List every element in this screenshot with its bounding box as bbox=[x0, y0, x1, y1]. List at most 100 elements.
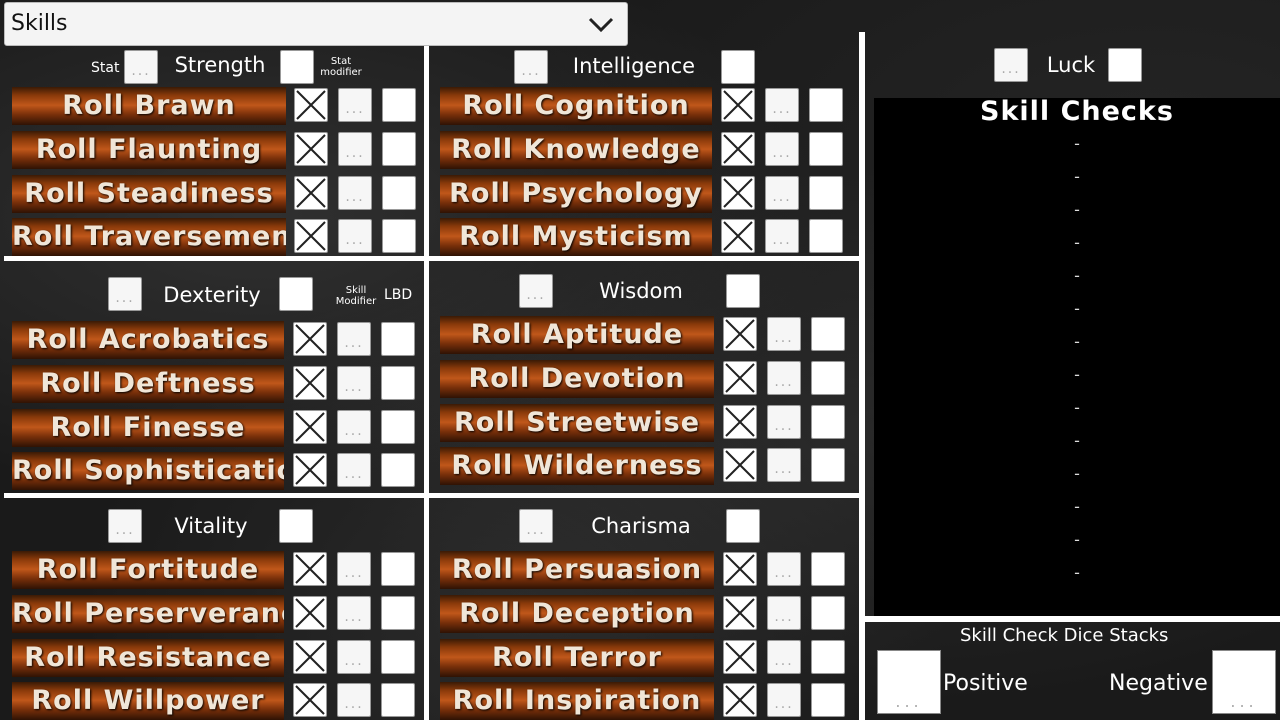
negative-dice-stack[interactable]: ... bbox=[1212, 650, 1276, 714]
charisma-skill-modifier-input-2[interactable]: ... bbox=[767, 596, 801, 630]
luck-modifier-input[interactable] bbox=[1108, 48, 1142, 82]
vitality-skill-modifier-input-4[interactable]: ... bbox=[337, 683, 371, 717]
skills-dropdown[interactable]: Skills bbox=[4, 2, 628, 46]
wisdom-roll-button-3[interactable]: Roll Streetwise bbox=[440, 404, 714, 442]
dexterity-proficiency-checkbox-1[interactable] bbox=[293, 322, 327, 356]
intelligence-skill-modifier-input-3[interactable]: ... bbox=[765, 176, 799, 210]
dexterity-proficiency-checkbox-3[interactable] bbox=[293, 410, 327, 444]
strength-skill-modifier-input-2[interactable]: ... bbox=[338, 132, 372, 166]
wisdom-roll-button-1[interactable]: Roll Aptitude bbox=[440, 316, 714, 354]
dexterity-roll-button-1[interactable]: Roll Acrobatics bbox=[12, 321, 284, 359]
strength-lbd-input-1[interactable] bbox=[382, 88, 416, 122]
wisdom-proficiency-checkbox-3[interactable] bbox=[723, 405, 757, 439]
strength-stat-input[interactable]: ... bbox=[124, 50, 158, 84]
strength-stat-modifier-input[interactable] bbox=[280, 50, 314, 84]
vitality-lbd-input-2[interactable] bbox=[381, 596, 415, 630]
positive-dice-stack[interactable]: ... bbox=[877, 650, 941, 714]
strength-skill-modifier-input-3[interactable]: ... bbox=[338, 176, 372, 210]
dexterity-proficiency-checkbox-2[interactable] bbox=[293, 366, 327, 400]
charisma-roll-button-3[interactable]: Roll Terror bbox=[440, 639, 714, 677]
intelligence-roll-button-2[interactable]: Roll Knowledge bbox=[440, 131, 712, 169]
strength-roll-button-4[interactable]: Roll Traversement bbox=[12, 218, 286, 256]
charisma-stat-modifier-input[interactable] bbox=[726, 509, 760, 543]
intelligence-skill-modifier-input-2[interactable]: ... bbox=[765, 132, 799, 166]
dexterity-skill-modifier-input-1[interactable]: ... bbox=[337, 322, 371, 356]
wisdom-roll-button-4[interactable]: Roll Wilderness bbox=[440, 447, 714, 485]
charisma-lbd-input-4[interactable] bbox=[811, 683, 845, 717]
strength-proficiency-checkbox-3[interactable] bbox=[294, 176, 328, 210]
vitality-skill-modifier-input-1[interactable]: ... bbox=[337, 552, 371, 586]
strength-roll-button-1[interactable]: Roll Brawn bbox=[12, 87, 286, 125]
strength-roll-button-3[interactable]: Roll Steadiness bbox=[12, 175, 286, 213]
intelligence-lbd-input-3[interactable] bbox=[809, 176, 843, 210]
dexterity-lbd-input-2[interactable] bbox=[381, 366, 415, 400]
strength-proficiency-checkbox-1[interactable] bbox=[294, 88, 328, 122]
strength-proficiency-checkbox-2[interactable] bbox=[294, 132, 328, 166]
charisma-roll-button-1[interactable]: Roll Persuasion bbox=[440, 551, 714, 589]
dexterity-lbd-input-1[interactable] bbox=[381, 322, 415, 356]
wisdom-proficiency-checkbox-4[interactable] bbox=[723, 448, 757, 482]
vitality-roll-button-3[interactable]: Roll Resistance bbox=[12, 639, 284, 677]
wisdom-proficiency-checkbox-2[interactable] bbox=[723, 361, 757, 395]
intelligence-roll-button-4[interactable]: Roll Mysticism bbox=[440, 218, 712, 256]
charisma-skill-modifier-input-3[interactable]: ... bbox=[767, 640, 801, 674]
strength-skill-modifier-input-1[interactable]: ... bbox=[338, 88, 372, 122]
dexterity-skill-modifier-input-4[interactable]: ... bbox=[337, 453, 371, 487]
dexterity-roll-button-2[interactable]: Roll Deftness bbox=[12, 365, 284, 403]
vitality-roll-button-1[interactable]: Roll Fortitude bbox=[12, 551, 284, 589]
intelligence-stat-modifier-input[interactable] bbox=[721, 50, 755, 84]
vitality-proficiency-checkbox-3[interactable] bbox=[293, 640, 327, 674]
dexterity-skill-modifier-input-2[interactable]: ... bbox=[337, 366, 371, 400]
strength-skill-modifier-input-4[interactable]: ... bbox=[338, 219, 372, 253]
vitality-skill-modifier-input-3[interactable]: ... bbox=[337, 640, 371, 674]
vitality-lbd-input-1[interactable] bbox=[381, 552, 415, 586]
intelligence-lbd-input-2[interactable] bbox=[809, 132, 843, 166]
intelligence-proficiency-checkbox-1[interactable] bbox=[721, 88, 755, 122]
wisdom-skill-modifier-input-1[interactable]: ... bbox=[767, 317, 801, 351]
charisma-roll-button-4[interactable]: Roll Inspiration bbox=[440, 682, 714, 720]
intelligence-skill-modifier-input-4[interactable]: ... bbox=[765, 219, 799, 253]
charisma-roll-button-2[interactable]: Roll Deception bbox=[440, 595, 714, 633]
intelligence-skill-modifier-input-1[interactable]: ... bbox=[765, 88, 799, 122]
vitality-proficiency-checkbox-4[interactable] bbox=[293, 683, 327, 717]
strength-lbd-input-4[interactable] bbox=[382, 219, 416, 253]
dexterity-stat-input[interactable]: ... bbox=[108, 277, 142, 311]
dexterity-roll-button-4[interactable]: Roll Sophistication bbox=[12, 452, 284, 490]
wisdom-skill-modifier-input-3[interactable]: ... bbox=[767, 405, 801, 439]
dexterity-lbd-input-3[interactable] bbox=[381, 410, 415, 444]
intelligence-proficiency-checkbox-4[interactable] bbox=[721, 219, 755, 253]
vitality-proficiency-checkbox-2[interactable] bbox=[293, 596, 327, 630]
charisma-proficiency-checkbox-4[interactable] bbox=[723, 683, 757, 717]
intelligence-proficiency-checkbox-2[interactable] bbox=[721, 132, 755, 166]
charisma-stat-input[interactable]: ... bbox=[519, 509, 553, 543]
wisdom-skill-modifier-input-4[interactable]: ... bbox=[767, 448, 801, 482]
wisdom-lbd-input-2[interactable] bbox=[811, 361, 845, 395]
charisma-proficiency-checkbox-1[interactable] bbox=[723, 552, 757, 586]
dexterity-proficiency-checkbox-4[interactable] bbox=[293, 453, 327, 487]
wisdom-lbd-input-4[interactable] bbox=[811, 448, 845, 482]
wisdom-skill-modifier-input-2[interactable]: ... bbox=[767, 361, 801, 395]
intelligence-roll-button-3[interactable]: Roll Psychology bbox=[440, 175, 712, 213]
charisma-skill-modifier-input-1[interactable]: ... bbox=[767, 552, 801, 586]
luck-input[interactable]: ... bbox=[994, 48, 1028, 82]
wisdom-proficiency-checkbox-1[interactable] bbox=[723, 317, 757, 351]
strength-lbd-input-3[interactable] bbox=[382, 176, 416, 210]
charisma-lbd-input-3[interactable] bbox=[811, 640, 845, 674]
vitality-lbd-input-3[interactable] bbox=[381, 640, 415, 674]
dexterity-stat-modifier-input[interactable] bbox=[279, 277, 313, 311]
dexterity-skill-modifier-input-3[interactable]: ... bbox=[337, 410, 371, 444]
dexterity-roll-button-3[interactable]: Roll Finesse bbox=[12, 409, 284, 447]
strength-proficiency-checkbox-4[interactable] bbox=[294, 219, 328, 253]
wisdom-stat-modifier-input[interactable] bbox=[726, 274, 760, 308]
vitality-lbd-input-4[interactable] bbox=[381, 683, 415, 717]
vitality-roll-button-2[interactable]: Roll Perserverance bbox=[12, 595, 284, 633]
charisma-lbd-input-1[interactable] bbox=[811, 552, 845, 586]
strength-roll-button-2[interactable]: Roll Flaunting bbox=[12, 131, 286, 169]
vitality-proficiency-checkbox-1[interactable] bbox=[293, 552, 327, 586]
charisma-proficiency-checkbox-2[interactable] bbox=[723, 596, 757, 630]
intelligence-lbd-input-1[interactable] bbox=[809, 88, 843, 122]
dexterity-lbd-input-4[interactable] bbox=[381, 453, 415, 487]
vitality-skill-modifier-input-2[interactable]: ... bbox=[337, 596, 371, 630]
wisdom-roll-button-2[interactable]: Roll Devotion bbox=[440, 360, 714, 398]
strength-lbd-input-2[interactable] bbox=[382, 132, 416, 166]
